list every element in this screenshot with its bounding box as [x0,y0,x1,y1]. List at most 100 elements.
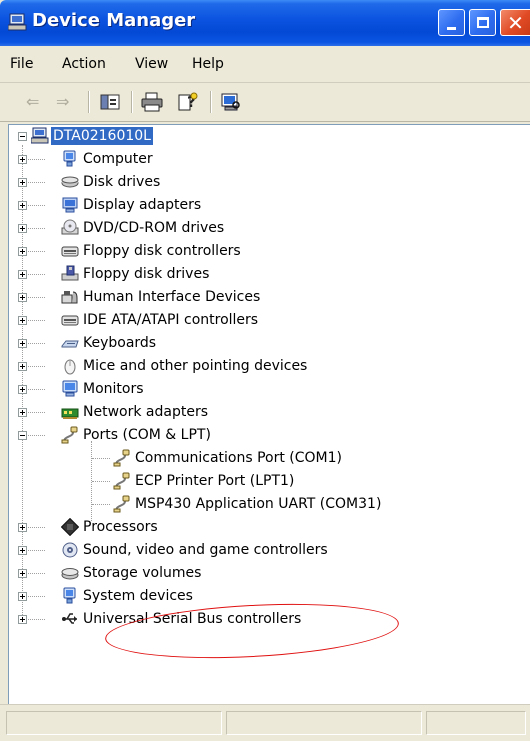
controller-icon [61,315,79,326]
tree-category[interactable]: IDE ATA/ATAPI controllers [9,309,529,331]
disk-drive-icon [61,176,79,188]
expand-expander[interactable] [18,385,27,394]
collapse-expander[interactable] [18,132,27,141]
tree-category-label: Computer [83,151,153,167]
status-panel [226,711,422,735]
status-bar [0,704,530,741]
port-icon [113,495,130,513]
expand-expander[interactable] [18,523,27,532]
tree-root-label: DTA0216010L [51,127,153,145]
expand-expander[interactable] [18,270,27,279]
tree-category-label: Keyboards [83,335,157,351]
port-icon [113,449,130,467]
tree-category[interactable]: Display adapters [9,194,529,216]
tree-category-label: Floppy disk drives [83,266,210,282]
expand-expander[interactable] [18,339,27,348]
tree-category[interactable]: Mice and other pointing devices [9,355,529,377]
title-bar[interactable]: Device Manager ✕ [0,0,530,46]
expand-expander[interactable] [18,615,27,624]
network-icon [61,408,79,419]
tree-category[interactable]: Processors [9,516,529,538]
print-icon[interactable] [141,92,163,112]
monitor-icon [62,380,78,397]
tree-category[interactable]: Keyboards [9,332,529,354]
tree-category-label: Floppy disk controllers [83,243,241,259]
tree-category[interactable]: Computer [9,148,529,170]
tree-category[interactable]: Storage volumes [9,562,529,584]
expand-expander[interactable] [18,569,27,578]
tree-category[interactable]: Network adapters [9,401,529,423]
tree-category-label: Sound, video and game controllers [83,542,328,558]
expand-expander[interactable] [18,316,27,325]
tree-guide-line [92,481,110,483]
expand-expander[interactable] [18,293,27,302]
tree-category-label: Ports (COM & LPT) [83,427,211,443]
expand-expander[interactable] [18,592,27,601]
storage-icon [61,568,79,580]
back-arrow-icon[interactable]: ⇐ [26,92,39,111]
port-icon [61,426,78,444]
status-panel [426,711,526,735]
forward-arrow-icon[interactable]: ⇒ [56,92,69,111]
toolbar-separator [88,91,90,113]
tree-device[interactable]: Communications Port (COM1) [9,447,529,469]
close-icon: ✕ [507,10,524,35]
tree-guide-line [92,504,110,506]
menu-view[interactable]: View [135,56,168,72]
expand-expander[interactable] [18,224,27,233]
tree-device-label: MSP430 Application UART (COM31) [135,496,382,512]
tree-category[interactable]: Ports (COM & LPT) [9,424,529,446]
tree-category-label: Network adapters [83,404,208,420]
maximize-button[interactable] [469,9,496,36]
scan-hardware-icon[interactable] [220,92,242,112]
display-adapter-icon [62,197,78,213]
tree-category[interactable]: System devices [9,585,529,607]
keyboard-icon [61,340,79,348]
close-button[interactable]: ✕ [500,9,530,36]
tree-category-label: Display adapters [83,197,202,213]
tree-category-label: Human Interface Devices [83,289,261,305]
collapse-expander[interactable] [18,431,27,440]
expand-expander[interactable] [18,408,27,417]
tree-category[interactable]: Sound, video and game controllers [9,539,529,561]
menu-bar: File Action View Help [0,46,530,83]
show-hide-tree-icon[interactable] [99,92,121,112]
expand-expander[interactable] [18,178,27,187]
tree-category-label: Disk drives [83,174,161,190]
tree-device[interactable]: ECP Printer Port (LPT1) [9,470,529,492]
status-panel [6,711,222,735]
tree-category[interactable]: Floppy disk controllers [9,240,529,262]
tree-category[interactable]: Universal Serial Bus controllers [9,608,529,630]
tree-category[interactable]: Human Interface Devices [9,286,529,308]
menu-file[interactable]: File [10,56,33,72]
tree-category-label: Processors [83,519,158,535]
tree-category-label: Mice and other pointing devices [83,358,308,374]
tree-device[interactable]: MSP430 Application UART (COM31) [9,493,529,515]
expand-expander[interactable] [18,155,27,164]
tree-category[interactable]: Disk drives [9,171,529,193]
help-icon[interactable]: ? [177,92,199,112]
expand-expander[interactable] [18,247,27,256]
toolbar: ⇐ ⇒ ? [0,83,530,122]
maximize-icon [476,17,489,28]
tree-category-label: Monitors [83,381,144,397]
menu-help[interactable]: Help [192,56,224,72]
tree-category[interactable]: DVD/CD-ROM drives [9,217,529,239]
computer-icon [63,150,76,167]
controller-icon [61,246,79,257]
minimize-button[interactable] [438,9,465,36]
tree-category[interactable]: Floppy disk drives [9,263,529,285]
tree-category-label: IDE ATA/ATAPI controllers [83,312,259,328]
expand-expander[interactable] [18,362,27,371]
device-tree[interactable]: DTA0216010L Computer Disk drives Display a… [8,124,530,705]
tree-device-label: ECP Printer Port (LPT1) [135,473,295,489]
expand-expander[interactable] [18,201,27,210]
tree-category[interactable]: Monitors [9,378,529,400]
toolbar-separator [210,91,212,113]
menu-action[interactable]: Action [62,56,106,72]
usb-icon [62,613,77,624]
tree-root[interactable]: DTA0216010L [9,125,529,147]
system-icon [63,587,76,604]
toolbar-separator [131,91,133,113]
expand-expander[interactable] [18,546,27,555]
